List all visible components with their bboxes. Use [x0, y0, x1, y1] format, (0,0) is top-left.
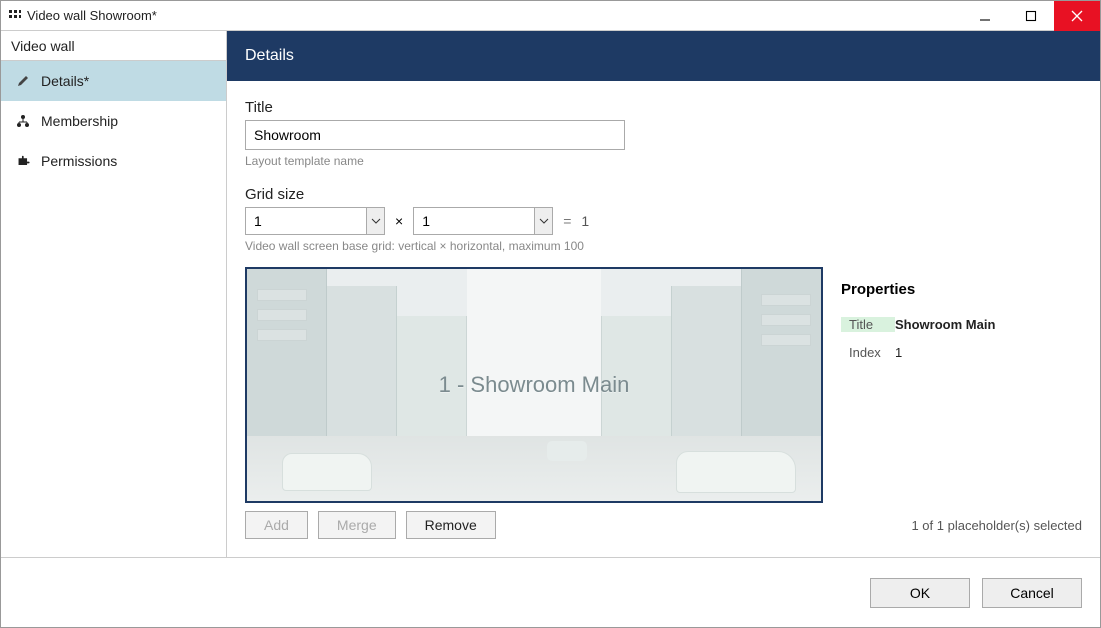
grid-horizontal-select[interactable]: 1 — [413, 207, 553, 235]
sidebar-header[interactable]: Video wall — [1, 31, 226, 61]
sidebar: Video wall Details* Membership Permissio… — [1, 31, 227, 557]
title-label: Title — [245, 99, 1082, 116]
dialog-footer: OK Cancel — [1, 557, 1100, 627]
properties-heading: Properties — [841, 281, 1082, 298]
times-symbol: × — [395, 213, 403, 229]
minimize-button[interactable] — [962, 1, 1008, 31]
property-value: Showroom Main — [895, 317, 995, 332]
property-row-index[interactable]: Index 1 — [841, 338, 1082, 366]
app-icon — [9, 10, 21, 22]
merge-button[interactable]: Merge — [318, 511, 396, 539]
layout-preview[interactable]: 1 - Showroom Main — [245, 267, 823, 503]
sidebar-item-membership[interactable]: Membership — [1, 101, 226, 141]
selection-status: 1 of 1 placeholder(s) selected — [911, 518, 1082, 533]
grid-hint: Video wall screen base grid: vertical × … — [245, 239, 1082, 253]
property-key: Title — [841, 317, 895, 332]
title-hint: Layout template name — [245, 154, 1082, 168]
property-key: Index — [841, 345, 895, 360]
titlebar: Video wall Showroom* — [1, 1, 1100, 31]
sidebar-item-label: Details* — [41, 73, 89, 89]
grid-size-label: Grid size — [245, 186, 1082, 203]
grid-vertical-select[interactable]: 1 — [245, 207, 385, 235]
sidebar-item-label: Membership — [41, 113, 118, 129]
chevron-down-icon[interactable] — [534, 208, 552, 234]
chevron-down-icon[interactable] — [366, 208, 384, 234]
title-input[interactable] — [245, 120, 625, 150]
grid-vertical-value: 1 — [246, 213, 366, 229]
hierarchy-icon — [15, 113, 31, 129]
panel-header: Details — [227, 31, 1100, 81]
sidebar-item-label: Permissions — [41, 153, 117, 169]
add-button[interactable]: Add — [245, 511, 308, 539]
maximize-button[interactable] — [1008, 1, 1054, 31]
close-button[interactable] — [1054, 1, 1100, 31]
grid-horizontal-value: 1 — [414, 213, 534, 229]
ok-button[interactable]: OK — [870, 578, 970, 608]
property-value: 1 — [895, 345, 902, 360]
preview-overlay-text: 1 - Showroom Main — [439, 372, 630, 398]
sidebar-item-permissions[interactable]: Permissions — [1, 141, 226, 181]
cancel-button[interactable]: Cancel — [982, 578, 1082, 608]
equals-symbol: = — [563, 213, 571, 229]
sidebar-item-details[interactable]: Details* — [1, 61, 226, 101]
property-row-title[interactable]: Title Showroom Main — [841, 310, 1082, 338]
window-title: Video wall Showroom* — [27, 8, 962, 23]
properties-panel: Properties Title Showroom Main Index 1 — [841, 267, 1082, 503]
puzzle-icon — [15, 153, 31, 169]
grid-result: 1 — [581, 213, 589, 229]
remove-button[interactable]: Remove — [406, 511, 496, 539]
pencil-icon — [15, 73, 31, 89]
